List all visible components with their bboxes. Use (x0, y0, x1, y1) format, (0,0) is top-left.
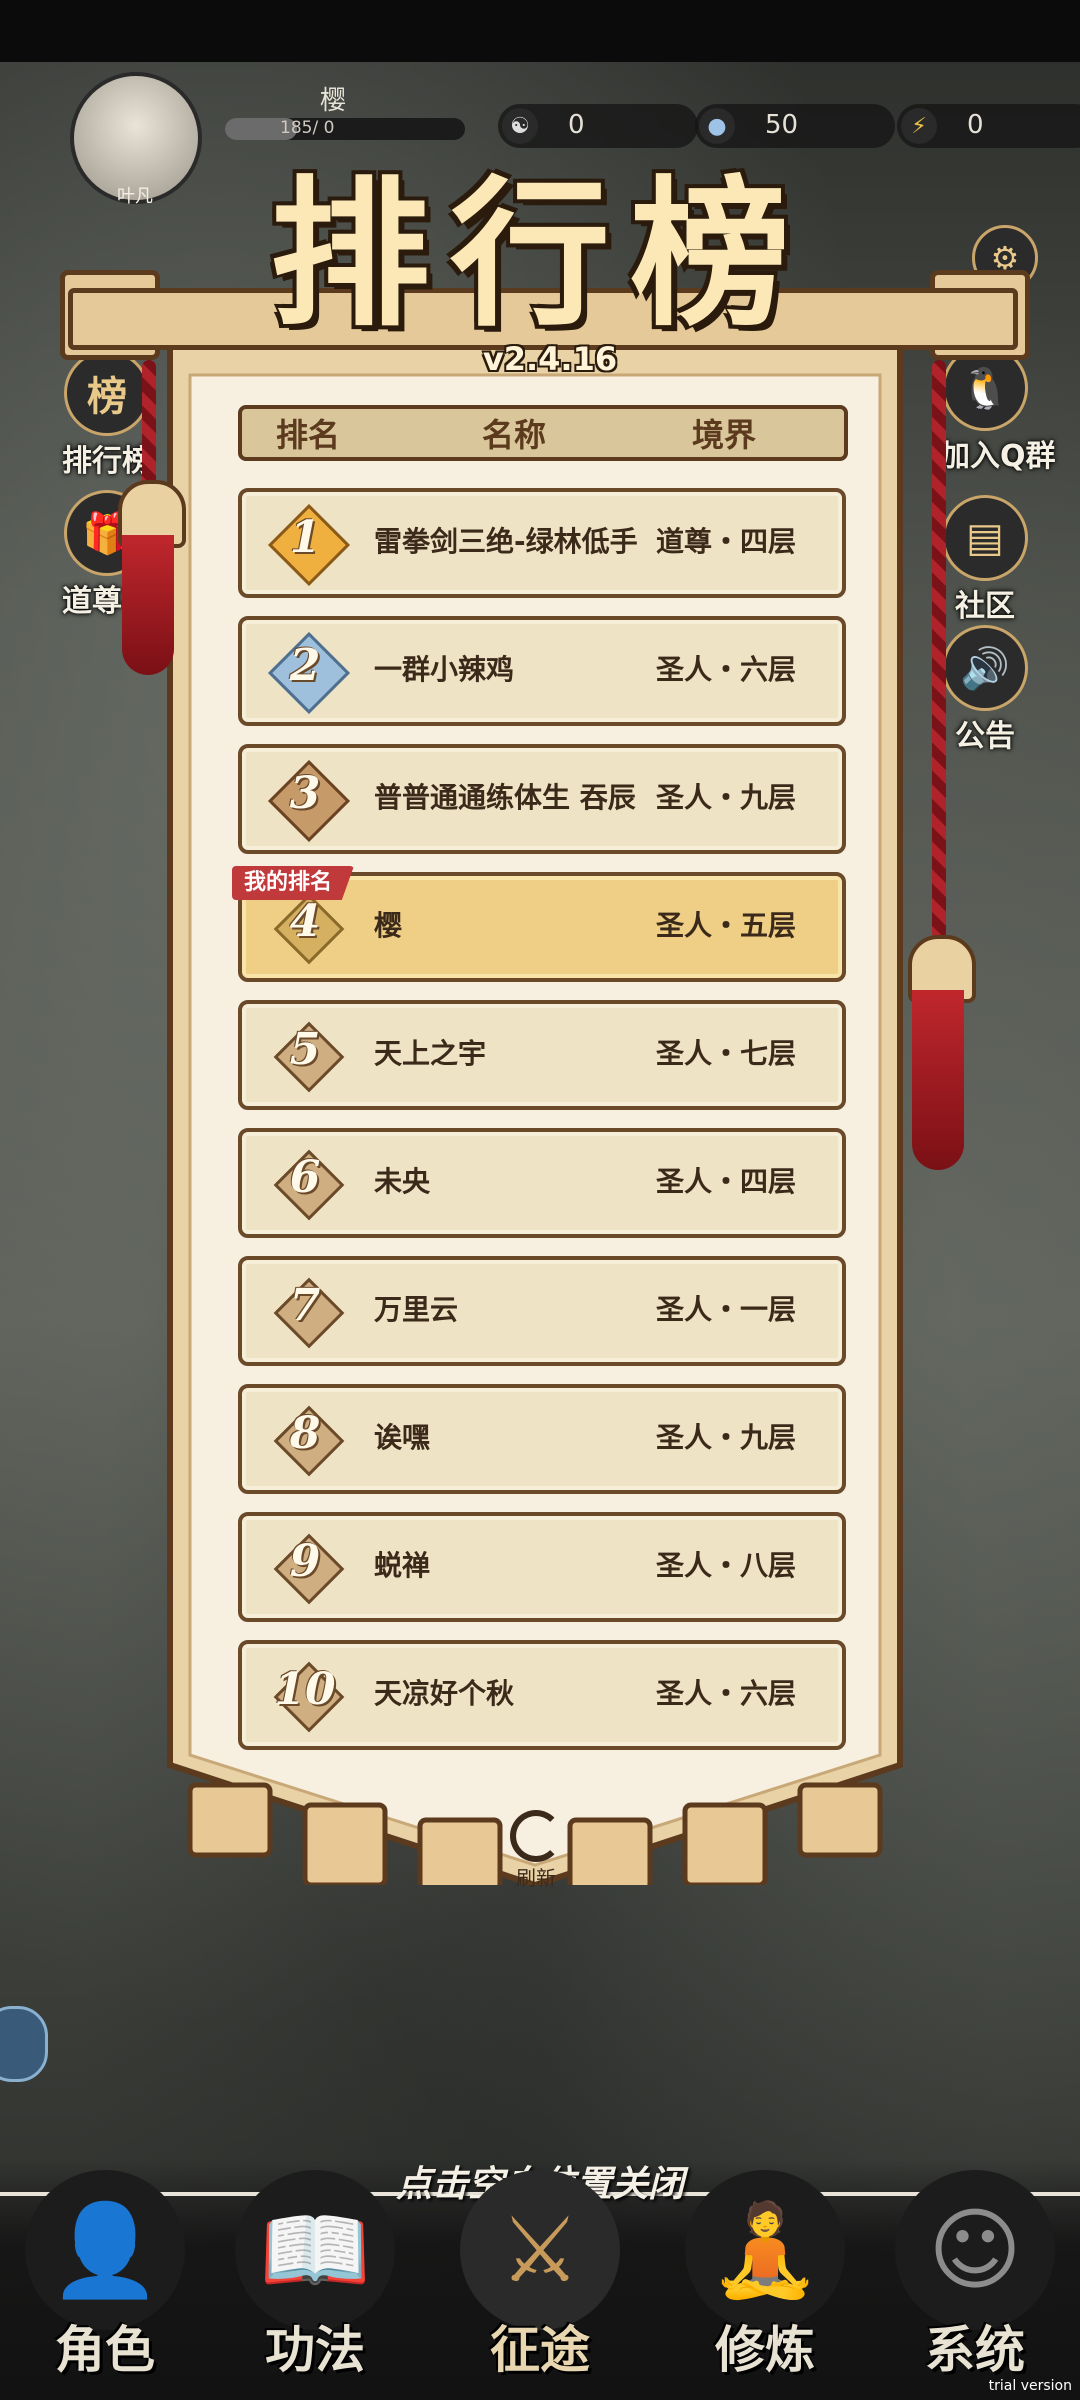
table-row[interactable]: 6 未央 圣人・四层 (238, 1128, 846, 1238)
row-name: 天凉好个秋 (374, 1677, 515, 1710)
status-bar (0, 0, 1080, 62)
table-row[interactable]: 10 天凉好个秋 圣人・六层 (238, 1640, 846, 1750)
rank-badge-icon: 8 (270, 1402, 345, 1477)
row-realm: 圣人・一层 (655, 1293, 796, 1326)
page-title: 排行榜 (269, 160, 810, 348)
tab-skills[interactable]: 📖 功法 (220, 2170, 410, 2390)
rank-badge-icon: 7 (270, 1274, 345, 1349)
tab-label: 功法 (265, 2320, 365, 2379)
tab-cultivation[interactable]: 🧘 修炼 (670, 2170, 860, 2390)
meditation-icon: 🧘 (685, 2170, 845, 2330)
table-row[interactable]: 5 天上之宇 圣人・七层 (238, 1000, 846, 1110)
row-name: 普普通通练体生 吞辰 (374, 781, 636, 814)
table-header: 排名 名称 境界 (238, 405, 848, 461)
side-label: 社区 (955, 589, 1015, 624)
table-row[interactable]: 2 一群小辣鸡 圣人・六层 (238, 616, 846, 726)
side-leaderboard-button[interactable]: 榜 排行榜 (62, 350, 152, 480)
table-row[interactable]: 9 蜕禅 圣人・八层 (238, 1512, 846, 1622)
side-notice-button[interactable]: 🔊 公告 (940, 625, 1030, 755)
row-realm: 道尊・四层 (655, 525, 796, 558)
tab-label: 修炼 (715, 2320, 815, 2379)
rank-1-badge-icon: 1 (267, 503, 351, 587)
resource-energy[interactable]: ⚡ 0 (897, 104, 1080, 148)
leaderboard-icon: 榜 (64, 350, 150, 436)
rank-2-badge-icon: 2 (267, 631, 351, 715)
table-row[interactable]: 7 万里云 圣人・一层 (238, 1256, 846, 1366)
rank-3-badge-icon: 3 (267, 759, 351, 843)
system-icon: ☺ (895, 2170, 1055, 2330)
side-community-button[interactable]: ▤ 社区 (940, 495, 1030, 625)
rank-badge-icon: 6 (270, 1146, 345, 1221)
side-label: 加入Q群 (940, 439, 1056, 474)
row-realm: 圣人・五层 (655, 909, 796, 942)
book-icon: 📖 (235, 2170, 395, 2330)
floating-assist-button[interactable] (0, 2006, 48, 2082)
tab-character[interactable]: 👤 角色 (10, 2170, 200, 2390)
sword-icon: ⚔ (460, 2170, 620, 2330)
character-icon: 👤 (25, 2170, 185, 2330)
refresh-label: 刷新 (516, 1866, 556, 1890)
my-rank-tag: 我的排名 (232, 866, 355, 900)
row-name: 蜕禅 (374, 1549, 431, 1582)
side-qq-group-button[interactable]: 🐧 加入Q群 (940, 345, 1056, 475)
resource-value: 0 (967, 110, 984, 140)
table-row[interactable]: 3 普普通通练体生 吞辰 圣人・九层 (238, 744, 846, 854)
side-label: 排行榜 (62, 444, 152, 479)
trial-watermark: trial version (988, 2378, 1072, 2394)
tab-label: 角色 (55, 2320, 155, 2379)
table-row[interactable]: 1 雷拳剑三绝-绿林低手 道尊・四层 (238, 488, 846, 598)
version-label: v2.4.16 (482, 340, 618, 378)
tab-journey[interactable]: ⚔ 征途 (445, 2170, 635, 2390)
row-realm: 圣人・四层 (655, 1165, 796, 1198)
row-realm: 圣人・六层 (655, 653, 796, 686)
rank-badge-icon: 5 (270, 1018, 345, 1093)
tab-label: 征途 (490, 2320, 590, 2379)
tab-system[interactable]: ☺ 系统 (880, 2170, 1070, 2390)
rank-badge-icon: 4 (270, 890, 345, 965)
row-name: 雷拳剑三绝-绿林低手 (374, 525, 638, 558)
tab-label: 系统 (925, 2320, 1025, 2379)
row-name: 诶嘿 (374, 1421, 431, 1454)
side-label: 公告 (955, 719, 1015, 754)
lightning-icon: ⚡ (901, 108, 937, 144)
rank-badge-icon: 10 (270, 1658, 345, 1733)
header-realm: 境界 (692, 416, 757, 454)
row-realm: 圣人・六层 (655, 1677, 796, 1710)
header-name: 名称 (482, 416, 547, 454)
avatar-name: 叶凡 (117, 186, 153, 207)
row-realm: 圣人・九层 (655, 1421, 796, 1454)
chat-icon: ▤ (942, 495, 1028, 581)
row-realm: 圣人・七层 (655, 1037, 796, 1070)
rank-badge-icon: 9 (270, 1530, 345, 1605)
row-name: 樱 (374, 909, 403, 942)
row-name: 未央 (374, 1165, 431, 1198)
speaker-icon: 🔊 (942, 625, 1028, 711)
row-realm: 圣人・九层 (655, 781, 796, 814)
player-name: 樱 (320, 86, 347, 116)
refresh-button[interactable]: 刷新 (500, 1810, 572, 1891)
table-row[interactable]: 8 诶嘿 圣人・九层 (238, 1384, 846, 1494)
row-name: 万里云 (374, 1293, 459, 1326)
row-name: 一群小辣鸡 (374, 653, 515, 686)
row-realm: 圣人・八层 (655, 1549, 796, 1582)
header-rank: 排名 (276, 416, 341, 454)
refresh-icon (510, 1810, 562, 1862)
row-name: 天上之宇 (374, 1037, 487, 1070)
